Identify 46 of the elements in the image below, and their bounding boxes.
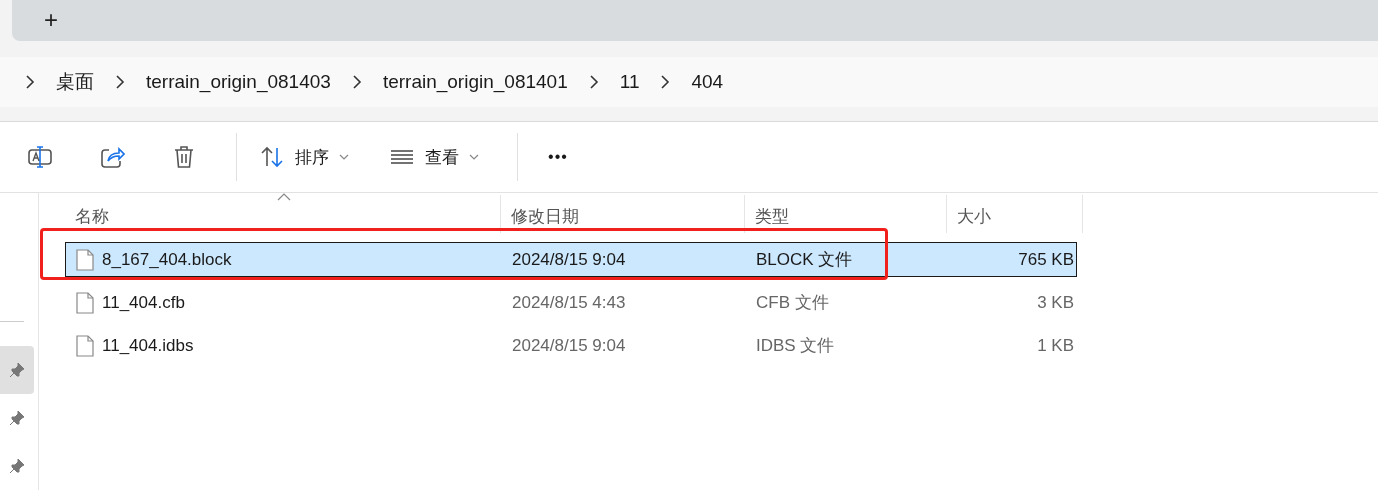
modified-date: 2024/8/15 9:04 bbox=[512, 249, 626, 270]
column-header[interactable]: 大小 bbox=[947, 195, 1083, 233]
new-tab-button[interactable]: + bbox=[38, 6, 64, 35]
file-icon bbox=[76, 334, 94, 357]
sort-menu-button[interactable]: 排序 bbox=[251, 135, 357, 179]
file-row[interactable]: 8_167_404.block 2024/8/15 9:04 BLOCK 文件 765 KB bbox=[65, 242, 1077, 277]
modified-date: 2024/8/15 9:04 bbox=[512, 335, 626, 356]
view-menu-button[interactable]: 查看 bbox=[381, 135, 487, 179]
file-type: CFB 文件 bbox=[756, 292, 829, 314]
file-name: 11_404.idbs bbox=[102, 335, 194, 356]
file-size: 765 KB bbox=[1018, 249, 1074, 270]
pin-icon bbox=[9, 458, 25, 474]
share-icon bbox=[99, 144, 125, 170]
column-header[interactable]: 类型 bbox=[745, 195, 947, 233]
breadcrumb-item[interactable]: 11 bbox=[613, 70, 646, 93]
column-header[interactable]: 修改日期 bbox=[501, 195, 745, 233]
chevron-icon bbox=[114, 74, 126, 89]
breadcrumb-item[interactable]: 404 bbox=[685, 70, 730, 93]
address-bar[interactable]: 桌面 terrain_origin_081403 terrain_origin_081401 11 404 bbox=[0, 56, 1378, 107]
pinned-item[interactable] bbox=[0, 346, 34, 394]
more-button[interactable]: ••• bbox=[532, 135, 584, 179]
modified-date: 2024/8/15 4:43 bbox=[512, 292, 626, 313]
pin-icon bbox=[9, 362, 25, 378]
file-icon bbox=[76, 248, 94, 271]
chevron-icon bbox=[350, 74, 363, 89]
file-size: 3 KB bbox=[1037, 292, 1074, 313]
file-name: 8_167_404.block bbox=[102, 249, 232, 270]
file-row[interactable]: 11_404.cfb 2024/8/15 4:43 CFB 文件 3 KB bbox=[65, 285, 1077, 320]
sort-icon bbox=[259, 144, 285, 170]
breadcrumb-item[interactable]: 桌面 bbox=[50, 68, 100, 95]
file-size: 1 KB bbox=[1037, 335, 1074, 356]
chevron-icon bbox=[587, 74, 600, 89]
column-header[interactable]: 名称 bbox=[65, 195, 501, 233]
file-type: BLOCK 文件 bbox=[756, 249, 853, 271]
breadcrumb-item[interactable]: terrain_origin_081403 bbox=[140, 70, 337, 93]
caret-icon bbox=[339, 154, 349, 160]
chevron-icon bbox=[24, 74, 36, 89]
file-name: 11_404.cfb bbox=[102, 292, 185, 313]
file-icon bbox=[76, 291, 94, 314]
file-row[interactable]: 11_404.idbs 2024/8/15 9:04 IDBS 文件 1 KB bbox=[65, 328, 1077, 363]
caret-icon bbox=[469, 154, 479, 160]
file-type: IDBS 文件 bbox=[756, 335, 835, 357]
breadcrumb-item[interactable]: terrain_origin_081401 bbox=[376, 70, 574, 93]
rename-icon bbox=[27, 144, 53, 170]
chevron-icon bbox=[659, 74, 672, 89]
pin-icon bbox=[9, 410, 25, 426]
